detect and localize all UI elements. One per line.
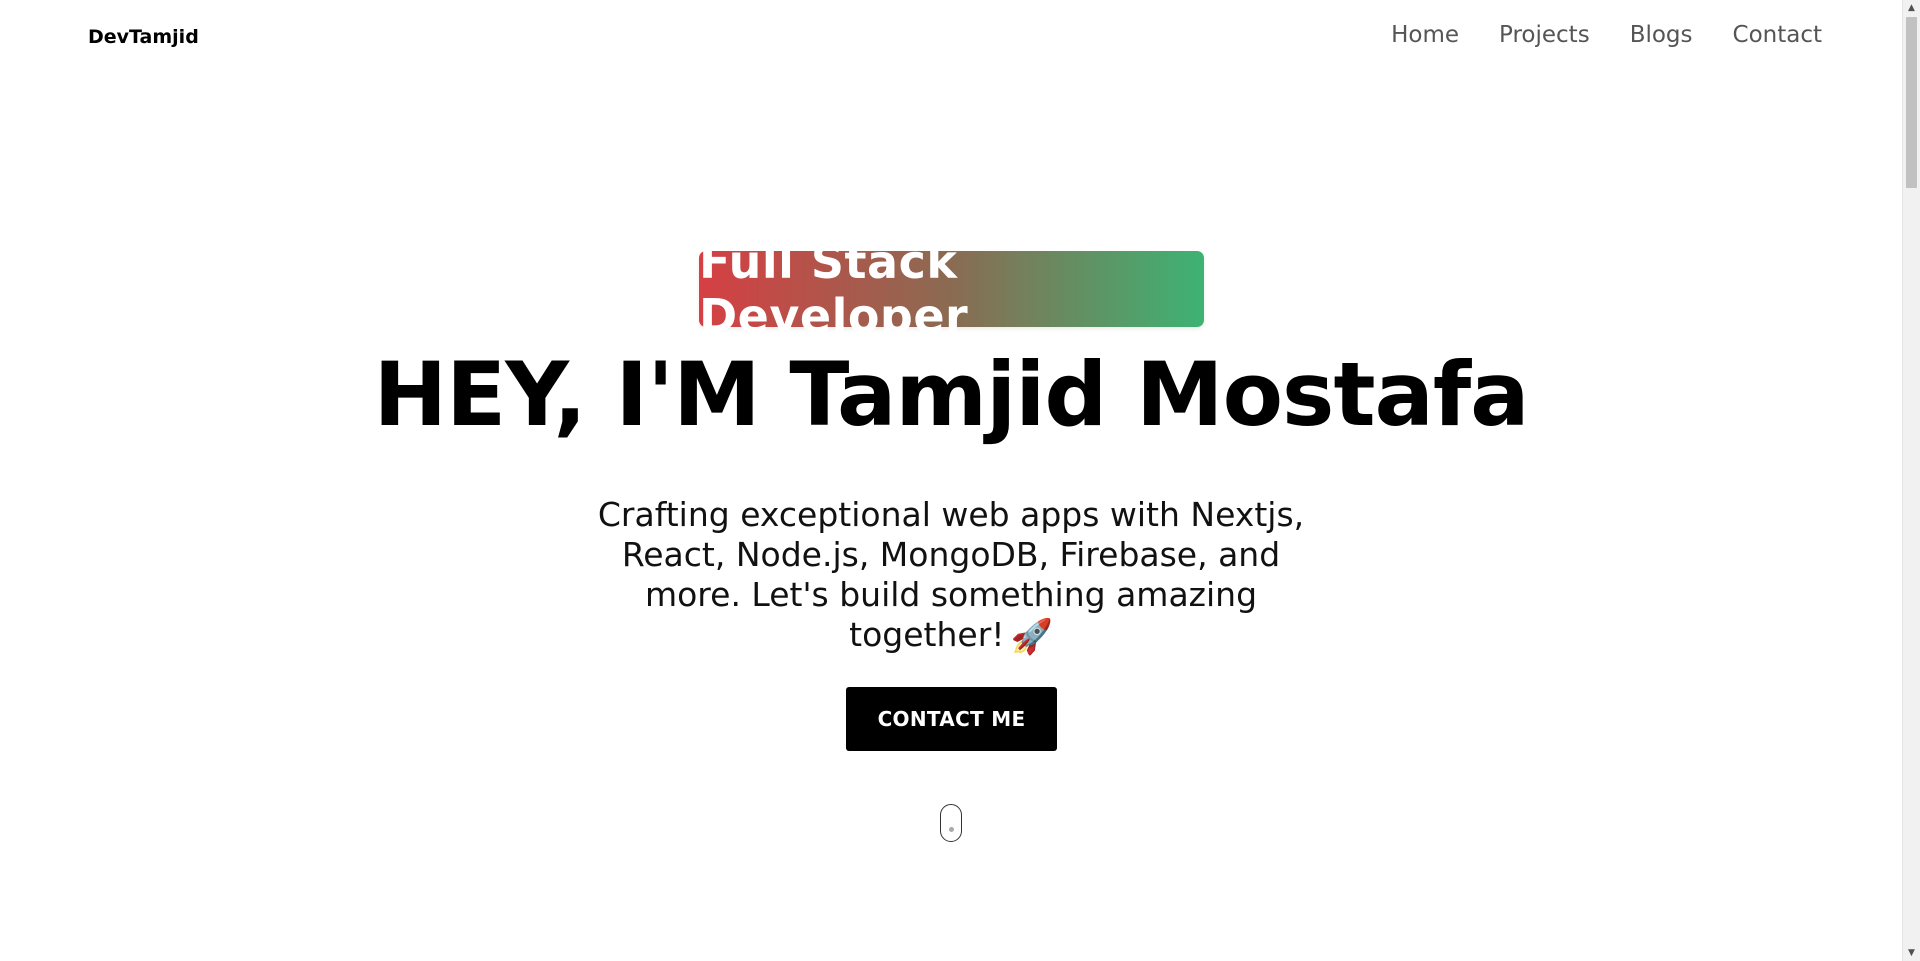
role-badge-label: Full Stack Developer	[699, 235, 969, 343]
scroll-up-arrow-icon[interactable]: ▲	[1903, 0, 1920, 16]
hero-tagline-text: Crafting exceptional web apps with Nextj…	[597, 495, 1305, 654]
vertical-scrollbar[interactable]: ▲ ▼	[1902, 0, 1920, 961]
page: DevTamjid Home Projects Blogs Contact Fu…	[0, 0, 1920, 961]
scroll-down-arrow-icon[interactable]: ▼	[1903, 945, 1920, 961]
scrollbar-thumb[interactable]	[1906, 17, 1917, 188]
contact-me-button[interactable]: CONTACT ME	[846, 687, 1057, 751]
hero-tagline: Crafting exceptional web apps with Nextj…	[596, 495, 1306, 657]
scroll-wheel-dot	[949, 827, 954, 832]
hero-section: Full Stack Developer HEY, I'M Tamjid Mos…	[0, 0, 1902, 961]
scroll-mouse-icon[interactable]	[940, 804, 962, 842]
hero-headline: HEY, I'M Tamjid Mostafa	[373, 343, 1529, 446]
role-badge: Full Stack Developer	[699, 235, 1204, 343]
rocket-icon: 🚀	[1010, 617, 1053, 657]
